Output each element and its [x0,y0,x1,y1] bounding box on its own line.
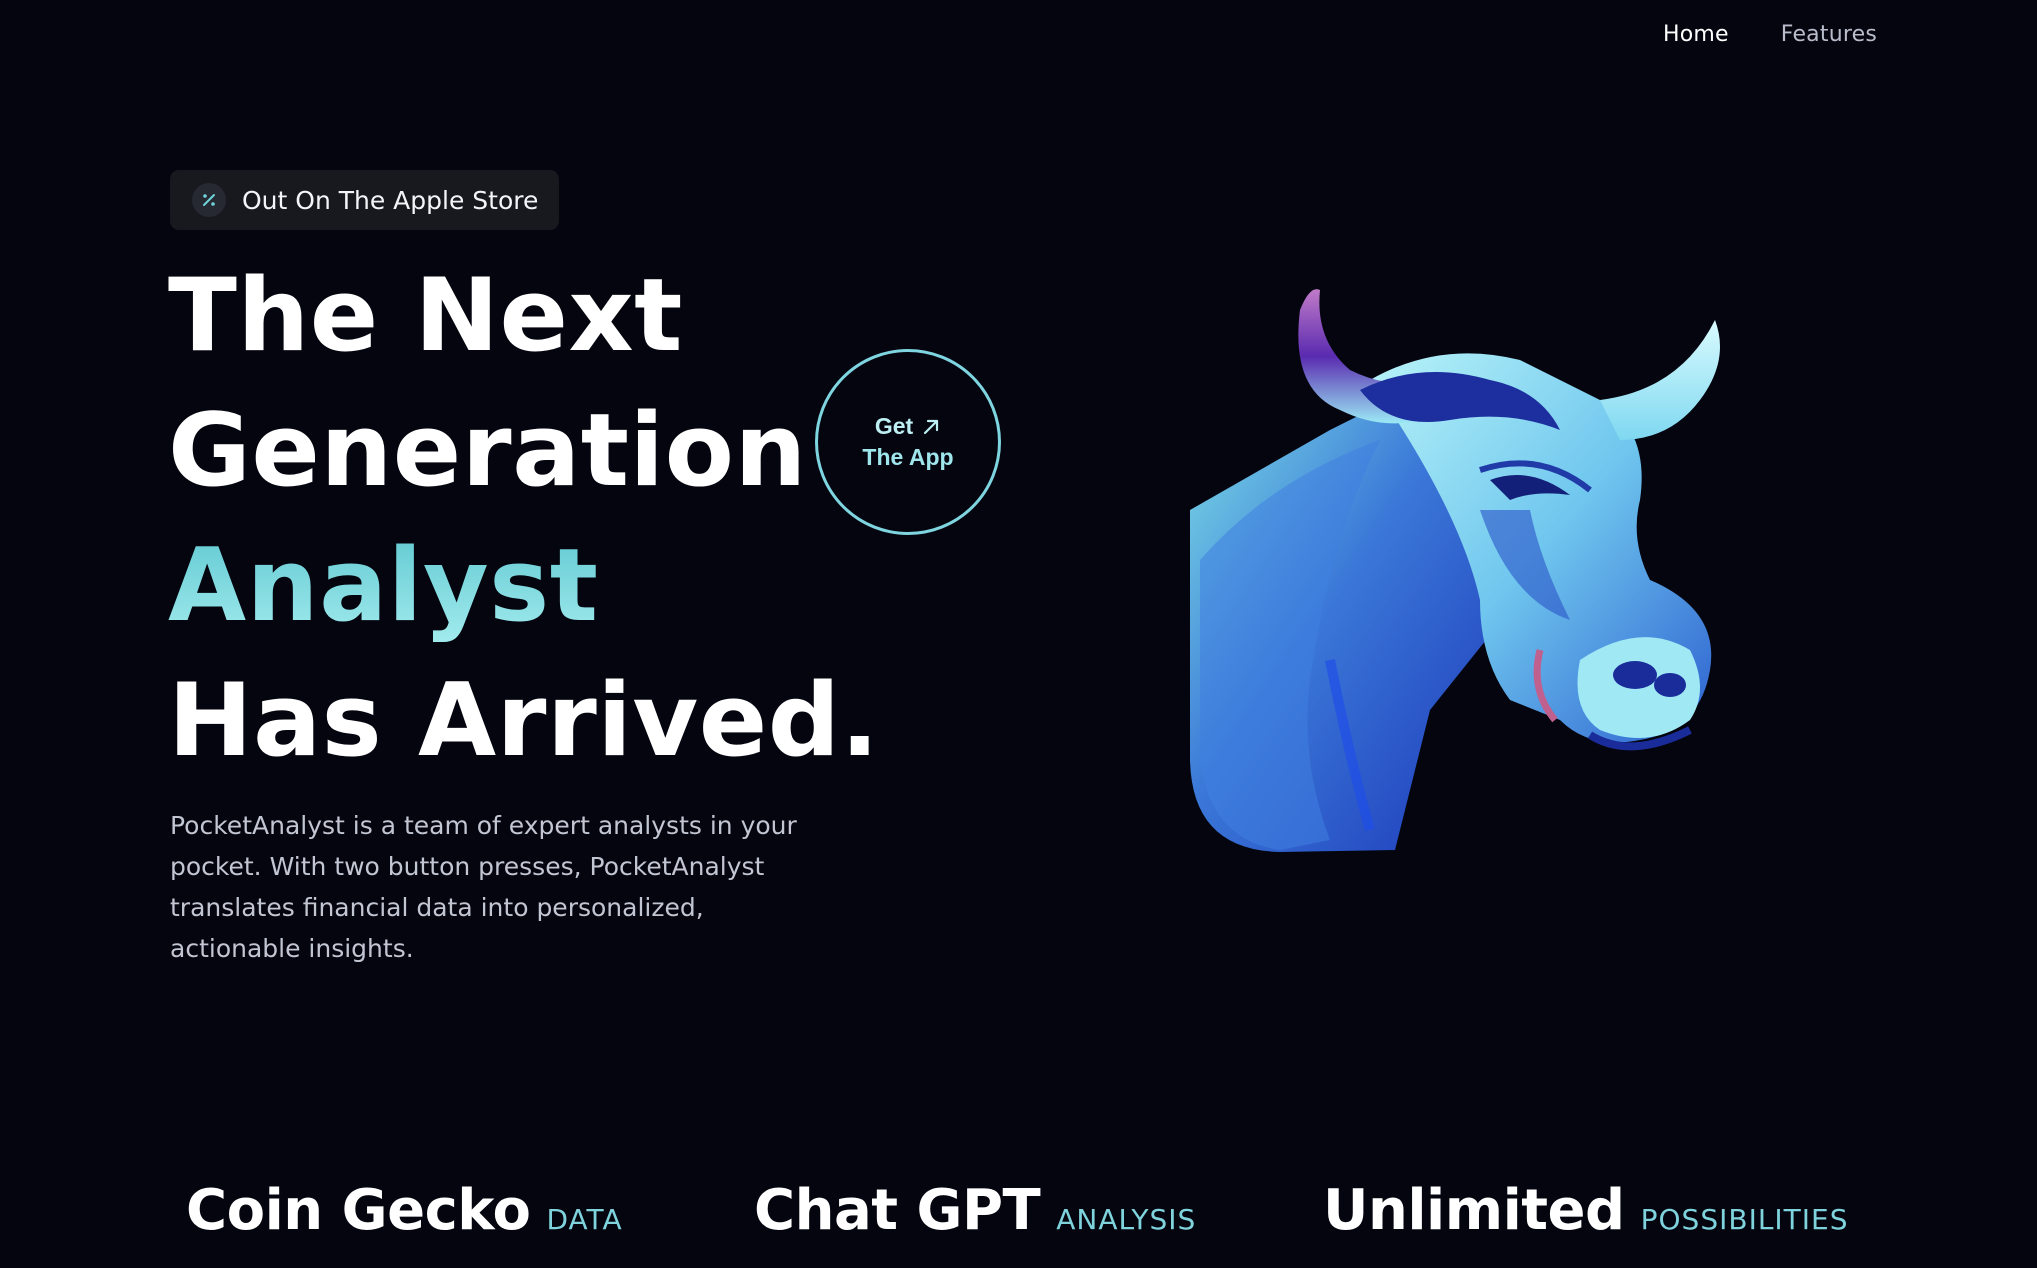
nav-features-link[interactable]: Features [1781,22,1877,47]
feature-unlimited: Unlimited POSSIBILITIES [1323,1178,1849,1243]
cta-label-line-1: Get [874,413,914,439]
app-store-badge[interactable]: Out On The Apple Store [170,170,560,230]
badge-text: Out On The Apple Store [242,185,539,215]
feature-title: Unlimited [1323,1178,1625,1243]
cta-label-line-2: The App [862,444,954,470]
headline-line-1: The Next [168,256,683,374]
cta-row-1: Get [875,413,941,440]
arrow-up-right-icon [924,419,939,434]
headline-line-3-accent: Analyst [168,518,879,653]
top-nav: Home Features [1663,22,1877,47]
feature-coin-gecko: Coin Gecko DATA [186,1178,623,1243]
feature-tag: POSSIBILITIES [1640,1203,1849,1236]
headline-line-4: Has Arrived. [168,661,880,779]
bull-illustration [1190,289,1720,852]
feature-chat-gpt: Chat GPT ANALYSIS [754,1178,1196,1243]
feature-title: Chat GPT [754,1178,1041,1243]
hero-headline: The Next Generation Analyst Has Arrived. [168,248,879,788]
percent-icon [192,183,226,217]
feature-title: Coin Gecko [186,1178,531,1243]
landing-page: Home Features Out On The Apple Store The… [0,0,2037,1268]
hero-description: PocketAnalyst is a team of expert analys… [170,811,797,963]
get-the-app-button[interactable]: Get The App [815,349,1001,535]
feature-tag: ANALYSIS [1056,1203,1197,1236]
feature-tag: DATA [546,1203,623,1236]
nav-home-link[interactable]: Home [1663,22,1729,47]
headline-line-2: Generation [168,391,807,509]
